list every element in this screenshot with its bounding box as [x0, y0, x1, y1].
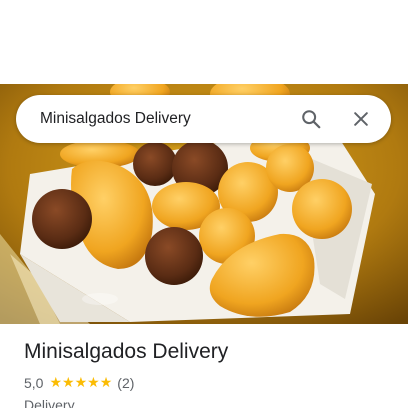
review-count[interactable]: (2) [117, 375, 134, 391]
star-icon: ★ [99, 375, 113, 391]
star-icon: ★ [49, 375, 63, 391]
star-icon: ★ [87, 375, 100, 391]
star-icon: ★ [62, 375, 75, 391]
place-title: Minisalgados Delivery [24, 340, 229, 363]
close-icon [354, 112, 368, 126]
maps-place-screen: Minisalgados Delivery Minisalgados Deliv… [0, 0, 408, 408]
search-icon [302, 110, 321, 129]
search-input[interactable]: Minisalgados Delivery [40, 110, 293, 128]
star-icon: ★ [74, 375, 88, 391]
close-button[interactable] [343, 101, 379, 137]
rating-row[interactable]: 5,0 ★ ★ ★ ★ ★ (2) [24, 375, 134, 391]
search-bar[interactable]: Minisalgados Delivery [16, 95, 391, 143]
place-category: Delivery [24, 397, 75, 408]
star-rating: ★ ★ ★ ★ ★ [49, 376, 112, 390]
rating-value: 5,0 [24, 375, 44, 391]
search-button[interactable] [293, 101, 329, 137]
